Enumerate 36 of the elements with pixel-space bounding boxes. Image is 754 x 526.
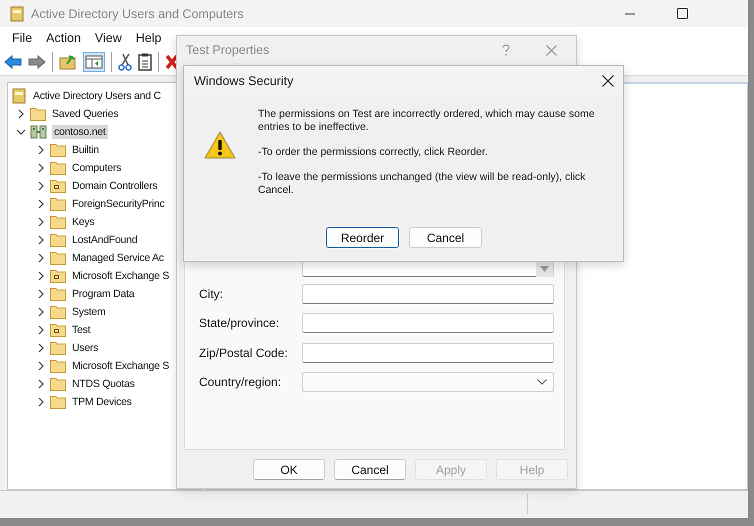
menu-item[interactable]: Help (128, 29, 168, 47)
tree-item[interactable]: Microsoft Exchange S (70, 269, 172, 283)
tree-item[interactable]: Saved Queries (50, 107, 120, 121)
dialog-button[interactable]: Reorder (326, 227, 399, 248)
message-text: The permissions on Test are incorrectly ordered, which may cause some entries to be ineffective. (258, 108, 596, 134)
dialog-title: Windows Security (194, 74, 294, 88)
tree-item[interactable]: System (70, 305, 108, 319)
dialog-button[interactable]: OK (253, 459, 325, 480)
field-label: City: (199, 286, 223, 301)
menu-item[interactable]: File (5, 29, 40, 47)
field-label: Zip/Postal Code: (199, 346, 288, 360)
window-title: Active Directory Users and Computers (31, 6, 244, 20)
tree-item[interactable]: Builtin (70, 143, 101, 157)
tree-item[interactable]: Keys (70, 215, 96, 229)
dialog-title: Test Properties (186, 43, 270, 57)
tree-item[interactable]: LostAndFound (70, 233, 140, 247)
dialog-button[interactable]: Cancel (334, 459, 406, 480)
dialog-button[interactable]: Cancel (409, 227, 482, 248)
field-label: Country/region: (199, 375, 282, 390)
message-text: -To order the permissions correctly, click Reorder. (258, 146, 489, 159)
field-label: State/province: (199, 316, 280, 330)
tree-item[interactable]: TPM Devices (70, 395, 134, 409)
tree-item[interactable]: Test (70, 323, 92, 337)
tree-item[interactable]: Users (70, 341, 100, 355)
message-text: -To leave the permissions unchanged (the view will be read-only), click Cancel. (258, 171, 586, 197)
tree-item[interactable]: Microsoft Exchange S (70, 359, 172, 373)
tree-item[interactable]: Computers (70, 161, 124, 175)
tree-item[interactable]: NTDS Quotas (70, 377, 137, 391)
tree-item[interactable]: Domain Controllers (70, 179, 160, 193)
tree-item[interactable]: Program Data (70, 287, 136, 301)
tree-item[interactable]: Managed Service Ac (70, 251, 166, 265)
menu-item[interactable]: Action (39, 29, 88, 47)
tree-item[interactable]: Active Directory Users and C (31, 89, 163, 103)
menu-item[interactable]: View (88, 29, 129, 47)
tree-item[interactable]: ForeignSecurityPrinc (70, 197, 166, 211)
tree-item[interactable]: contoso.net (52, 125, 108, 139)
